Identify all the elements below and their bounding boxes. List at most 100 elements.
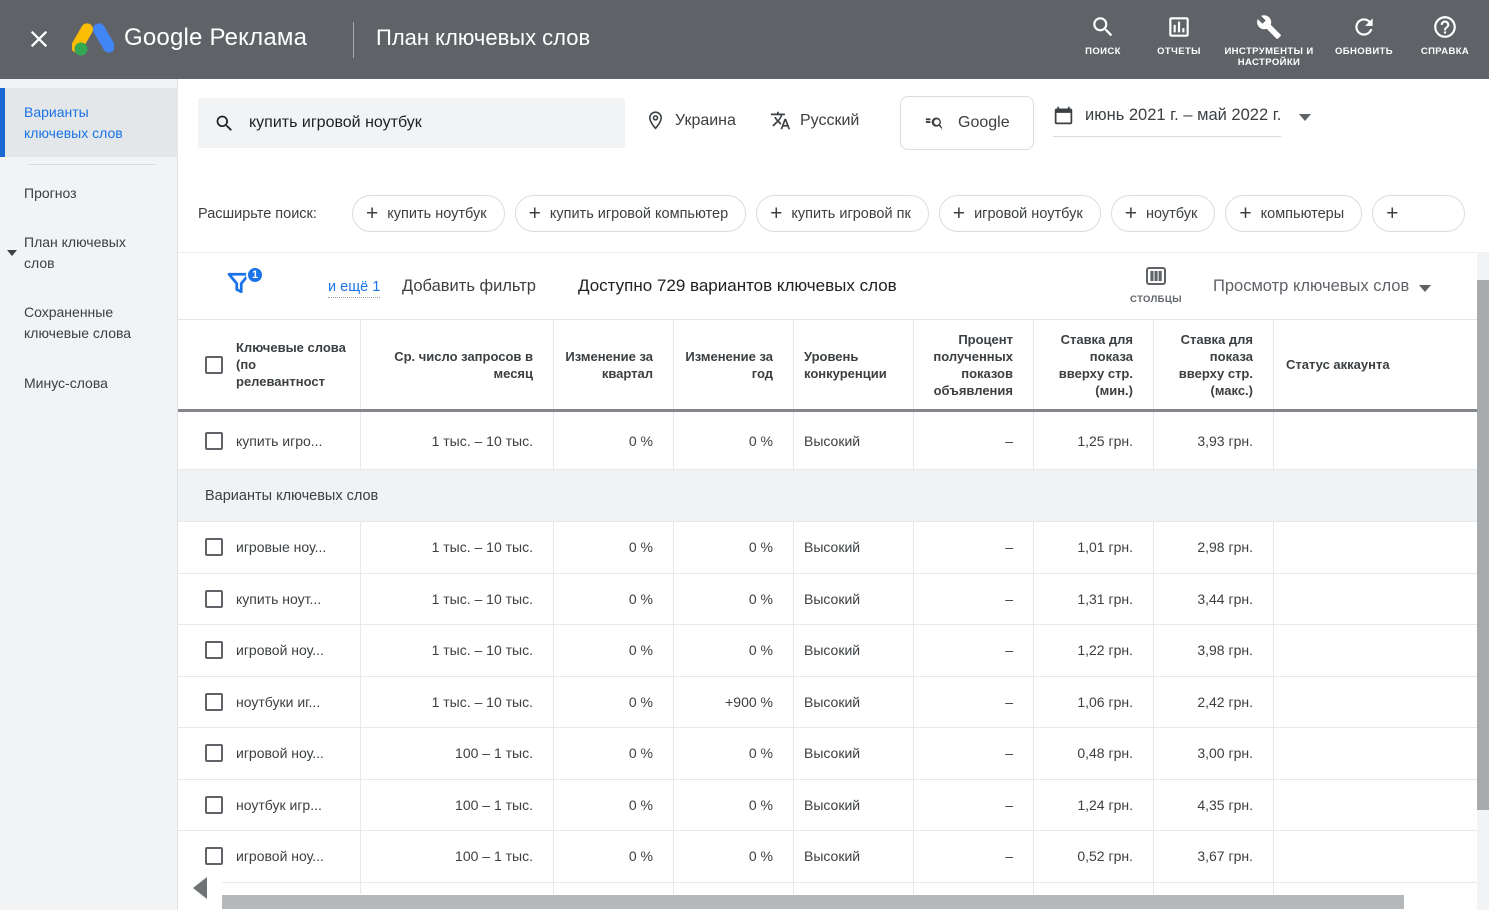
search-input[interactable] [249,114,609,132]
row-checkbox[interactable] [205,693,223,711]
year-change-cell: 0 % [673,780,793,831]
impression-share-cell: – [913,625,1033,676]
filter-button[interactable]: 1 [224,268,264,306]
chip-add-keyword[interactable]: +купить игровой компьютер [515,195,747,232]
columns-button[interactable]: СТОЛБЦЫ [1122,264,1190,305]
sidebar-item-keyword-ideas[interactable]: Варианты ключевых слов [0,88,178,157]
bid-high-cell: 4,35 грн. [1153,780,1273,831]
close-icon [28,28,50,50]
table-row: игровые ноу... 1 тыс. – 10 тыс. 0 % 0 % … [178,522,1477,574]
year-change-cell: 0 % [673,574,793,625]
tools-icon [1256,14,1282,40]
chip-add-keyword-partial[interactable]: + [1372,195,1465,232]
header-bid-low[interactable]: Ставка для показа вверху стр. (мин.) [1033,320,1153,409]
bid-low-cell: 1,01 грн. [1033,522,1153,573]
impression-share-cell: – [913,522,1033,573]
row-checkbox[interactable] [205,538,223,556]
search-action-button[interactable]: ПОИСК [1065,12,1141,68]
sidebar-item-keyword-plan[interactable]: План ключевых слов [0,231,178,275]
close-button[interactable] [26,26,52,52]
table-row: игровой ноу... 1 тыс. – 10 тыс. 0 % 0 % … [178,625,1477,677]
horizontal-scrollbar[interactable] [178,894,1489,910]
table-row: купить ноут... 1 тыс. – 10 тыс. 0 % 0 % … [178,574,1477,626]
vertical-scrollbar[interactable] [1477,252,1489,910]
header-account-status[interactable]: Статус аккаунта [1273,320,1477,409]
tools-action-button[interactable]: ИНСТРУМЕНТЫ И НАСТРОЙКИ [1217,12,1321,68]
sidebar-item-saved-keywords[interactable]: Сохраненные ключевые слова [0,301,178,345]
help-action-button[interactable]: СПРАВКА [1407,12,1483,68]
header-volume[interactable]: Ср. число запросов в месяц [360,320,553,409]
volume-cell: 1 тыс. – 10 тыс. [360,677,553,728]
year-change-cell: 0 % [673,412,793,469]
quarter-change-cell: 0 % [553,831,673,882]
account-status-cell [1273,412,1477,469]
header-quarter-change[interactable]: Изменение за квартал [553,320,673,409]
expand-search-row: Расширьте поиск: +купить ноутбук +купить… [178,180,1489,252]
volume-cell: 1 тыс. – 10 тыс. [360,574,553,625]
location-selector[interactable]: Украина [645,110,736,131]
volume-cell: 1 тыс. – 10 тыс. [360,522,553,573]
quarter-change-cell: 0 % [553,780,673,831]
sidebar-item-negative-keywords[interactable]: Минус-слова [0,371,178,395]
chip-add-keyword[interactable]: +купить игровой пк [756,195,929,232]
active-indicator [0,88,5,157]
language-selector[interactable]: Русский [770,110,859,131]
row-checkbox[interactable] [205,796,223,814]
year-change-cell: +900 % [673,677,793,728]
row-checkbox[interactable] [205,641,223,659]
row-checkbox[interactable] [205,847,223,865]
row-checkbox[interactable] [205,744,223,762]
competition-cell: Высокий [793,412,913,469]
row-checkbox[interactable] [205,590,223,608]
expand-search-label: Расширьте поиск: [198,206,317,222]
add-filter-button[interactable]: Добавить фильтр [402,277,536,296]
header-keyword[interactable]: Ключевые слова (по релевантност [178,320,360,409]
impression-share-cell: – [913,831,1033,882]
calendar-icon [1053,105,1074,126]
table-row-seed: купить игро... 1 тыс. – 10 тыс. 0 % 0 % … [178,412,1477,470]
keyword-cell: игровой ноу... [178,728,360,779]
table-row: игровой ноу... 100 – 1 тыс. 0 % 0 % Высо… [178,728,1477,780]
date-range-selector[interactable]: июнь 2021 г. – май 2022 г. [1053,105,1311,137]
chevron-down-icon [1419,285,1431,292]
row-checkbox[interactable] [205,432,223,450]
competition-cell: Высокий [793,574,913,625]
account-status-cell [1273,831,1477,882]
competition-cell: Высокий [793,780,913,831]
sidebar-item-forecast[interactable]: Прогноз [0,181,178,205]
header-impression-share[interactable]: Процент полученных показов объявления [913,320,1033,409]
location-pin-icon [645,110,666,131]
header-bid-high[interactable]: Ставка для показа вверху стр. (макс.) [1153,320,1273,409]
expand-arrow-icon [7,250,17,256]
keyword-search-box[interactable] [198,98,625,148]
header-year-change[interactable]: Изменение за год [673,320,793,409]
bid-high-cell: 2,42 грн. [1153,677,1273,728]
chip-add-keyword[interactable]: +игровой ноутбук [939,195,1101,232]
reports-action-button[interactable]: ОТЧЕТЫ [1141,12,1217,68]
scroll-left-button[interactable] [178,866,222,910]
keyword-cell: ноутбук игр... [178,780,360,831]
select-all-checkbox[interactable] [205,356,223,374]
keyword-cell: купить игро... [178,412,360,469]
more-filters-link[interactable]: и ещё 1 [328,279,380,298]
keyword-cell: купить ноут... [178,574,360,625]
chip-add-keyword[interactable]: +ноутбук [1111,195,1216,232]
google-ads-logo [72,20,114,63]
main-content: Украина Русский Google июнь 2021 г. – ма… [178,79,1489,910]
bid-high-cell: 3,44 грн. [1153,574,1273,625]
network-selector[interactable]: Google [900,96,1034,150]
vertical-scrollbar-thumb[interactable] [1477,280,1489,810]
table-row: ноутбук игр... 100 – 1 тыс. 0 % 0 % Высо… [178,780,1477,832]
header-competition[interactable]: Уровень конкуренции [793,320,913,409]
bid-high-cell: 3,93 грн. [1153,412,1273,469]
impression-share-cell: – [913,574,1033,625]
horizontal-scrollbar-thumb[interactable] [222,895,1404,909]
year-change-cell: 0 % [673,728,793,779]
chip-add-keyword[interactable]: +купить ноутбук [352,195,505,232]
arrow-left-icon [193,877,207,899]
chip-add-keyword[interactable]: +компьютеры [1225,195,1362,232]
translate-icon [770,110,791,131]
plus-icon: + [529,203,541,224]
refresh-action-button[interactable]: ОБНОВИТЬ [1321,12,1407,68]
view-selector[interactable]: Просмотр ключевых слов [1213,277,1431,296]
